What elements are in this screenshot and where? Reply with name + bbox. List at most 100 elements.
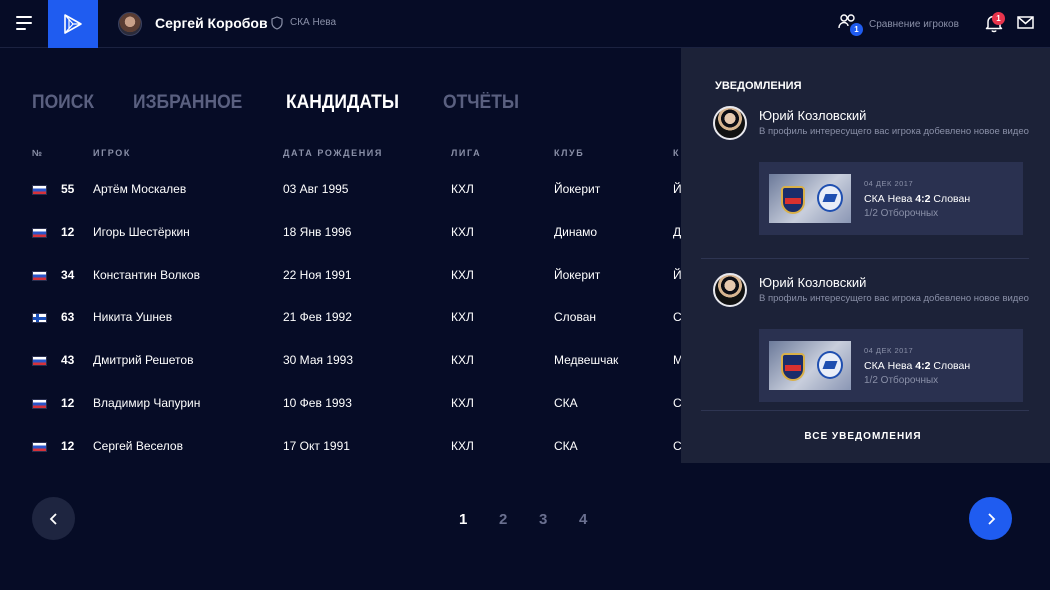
birth-date: 17 Окт 1991 <box>283 438 350 453</box>
birth-date: 30 Мая 1993 <box>283 353 354 368</box>
club: СКА <box>554 438 578 453</box>
menu-icon[interactable] <box>16 16 32 30</box>
page-2[interactable]: 2 <box>499 511 539 528</box>
player-number: 12 <box>61 224 75 239</box>
team-logo-ska-neva <box>781 353 805 381</box>
team-logo-slovan <box>817 351 843 379</box>
compare-players-icon: 1 <box>838 13 863 36</box>
divider <box>701 410 1029 411</box>
club: Йокерит <box>554 182 601 196</box>
notifications-panel: УВЕДОМЛЕНИЯ Юрий Козловский В профиль ин… <box>681 48 1050 463</box>
flag-russia-icon <box>32 185 47 195</box>
table-row[interactable]: 63 Никита Ушнев 21 Фев 1992 КХЛ Слован С <box>0 310 690 353</box>
player-name: Игорь Шестёркин <box>93 224 190 239</box>
birth-date: 10 Фев 1993 <box>283 396 352 410</box>
next-page-button[interactable] <box>969 497 1012 540</box>
video-thumbnail[interactable] <box>769 341 851 390</box>
shield-icon <box>271 16 283 30</box>
page-3[interactable]: 3 <box>539 511 579 528</box>
mail-icon[interactable] <box>1017 16 1034 29</box>
flag-russia-icon <box>32 356 47 367</box>
page-1[interactable]: 1 <box>459 511 499 528</box>
table-row[interactable]: 55 Артём Москалев 03 Авг 1995 КХЛ Йокерит Й <box>0 182 690 225</box>
tab-favorites[interactable]: ИЗБРАННОЕ <box>133 92 242 114</box>
column-header-extra[interactable]: К <box>673 148 680 158</box>
table-row[interactable]: 12 Владимир Чапурин 10 Фев 1993 КХЛ СКА С <box>0 396 690 439</box>
column-header-league[interactable]: ЛИГА <box>451 148 481 158</box>
column-header-birth-date[interactable]: ДАТА РОЖДЕНИЯ <box>283 148 383 158</box>
player-name: Никита Ушнев <box>93 310 173 325</box>
league: КХЛ <box>451 396 474 410</box>
all-notifications-link[interactable]: ВСЕ УВЕДОМЛЕНИЯ <box>681 431 1045 442</box>
previous-page-button[interactable] <box>32 497 75 540</box>
flag-russia-icon <box>32 270 47 281</box>
table-row[interactable]: 12 Сергей Веселов 17 Окт 1991 КХЛ СКА С <box>0 439 690 482</box>
tab-search[interactable]: ПОИСК <box>32 92 94 114</box>
compare-players-button[interactable]: 1 Сравнение игроков <box>838 13 959 36</box>
page-4[interactable]: 4 <box>579 511 619 528</box>
column-header-player[interactable]: ИГРОК <box>93 148 131 158</box>
match-stage: 1/2 Отборочных <box>864 208 939 219</box>
player-name: Артём Москалев <box>93 182 187 196</box>
notification-avatar <box>713 273 747 307</box>
league: КХЛ <box>451 224 474 239</box>
team-logo-ska-neva <box>781 186 805 214</box>
user-avatar[interactable] <box>118 12 142 36</box>
video-thumbnail[interactable] <box>769 174 851 223</box>
team-name[interactable]: СКА Нева <box>290 17 336 28</box>
notification-player-name[interactable]: Юрий Козловский <box>759 275 866 290</box>
flag-russia-icon <box>32 399 47 409</box>
flag-russia-icon <box>32 227 47 238</box>
league: КХЛ <box>451 310 474 325</box>
notification-text: В профиль интересущего вас игрока добевл… <box>759 126 1029 137</box>
league: КХЛ <box>451 438 474 453</box>
table-row[interactable]: 12 Игорь Шестёркин 18 Янв 1996 КХЛ Динамо Д <box>0 225 690 268</box>
top-bar: Сергей Коробов СКА Нева 1 Сравнение игро… <box>0 0 1050 48</box>
player-number: 34 <box>61 267 75 282</box>
match-stage: 1/2 Отборочных <box>864 375 939 386</box>
birth-date: 03 Авг 1995 <box>283 182 349 196</box>
notification-player-name[interactable]: Юрий Козловский <box>759 108 866 123</box>
table-row[interactable]: 34 Константин Волков 22 Ноя 1991 КХЛ Йокерит… <box>0 268 690 311</box>
team-logo-slovan <box>817 184 843 212</box>
birth-date: 21 Фев 1992 <box>283 310 352 325</box>
player-number: 12 <box>61 438 75 453</box>
notifications-count-badge: 1 <box>992 12 1005 25</box>
section-tabs: ПОИСК ИЗБРАННОЕ КАНДИДАТЫ ОТЧЁТЫ <box>32 92 560 114</box>
match-date: 04 ДЕК 2017 <box>864 179 914 188</box>
extra-column: Д <box>673 224 682 239</box>
player-number: 55 <box>61 182 75 196</box>
notification-text: В профиль интересущего вас игрока добевл… <box>759 293 1029 304</box>
column-header-number[interactable]: № <box>32 148 44 158</box>
video-card[interactable]: 04 ДЕК 2017 СКА Нева 4:2 Слован 1/2 Отбо… <box>759 329 1023 402</box>
player-number: 63 <box>61 310 75 325</box>
player-number: 12 <box>61 396 75 410</box>
league: КХЛ <box>451 267 474 282</box>
birth-date: 22 Ноя 1991 <box>283 267 352 282</box>
chevron-left-icon <box>49 512 57 525</box>
club: Йокерит <box>554 267 601 282</box>
player-name: Константин Волков <box>93 267 200 282</box>
player-name: Владимир Чапурин <box>93 396 201 410</box>
club: Медвешчак <box>554 353 619 368</box>
logo[interactable] <box>48 0 98 48</box>
league: КХЛ <box>451 353 474 368</box>
player-name: Дмитрий Решетов <box>93 353 194 368</box>
notifications-title: УВЕДОМЛЕНИЯ <box>715 80 802 92</box>
pagination: 1 2 3 4 <box>459 511 619 528</box>
tab-reports[interactable]: ОТЧЁТЫ <box>443 92 519 114</box>
league: КХЛ <box>451 182 474 196</box>
divider <box>701 258 1029 259</box>
video-card[interactable]: 04 ДЕК 2017 СКА Нева 4:2 Слован 1/2 Отбо… <box>759 162 1023 235</box>
match-score: СКА Нева 4:2 Слован <box>864 360 971 372</box>
chevron-right-icon <box>987 512 995 525</box>
tab-candidates[interactable]: КАНДИДАТЫ <box>286 92 399 114</box>
player-number: 43 <box>61 353 75 368</box>
table-row[interactable]: 43 Дмитрий Решетов 30 Мая 1993 КХЛ Медвешчак… <box>0 353 690 396</box>
column-header-club[interactable]: КЛУБ <box>554 148 584 158</box>
match-score: СКА Нева 4:2 Слован <box>864 193 971 205</box>
club: СКА <box>554 396 578 410</box>
match-date: 04 ДЕК 2017 <box>864 346 914 355</box>
user-name[interactable]: Сергей Коробов <box>155 15 268 31</box>
club: Динамо <box>554 224 598 239</box>
